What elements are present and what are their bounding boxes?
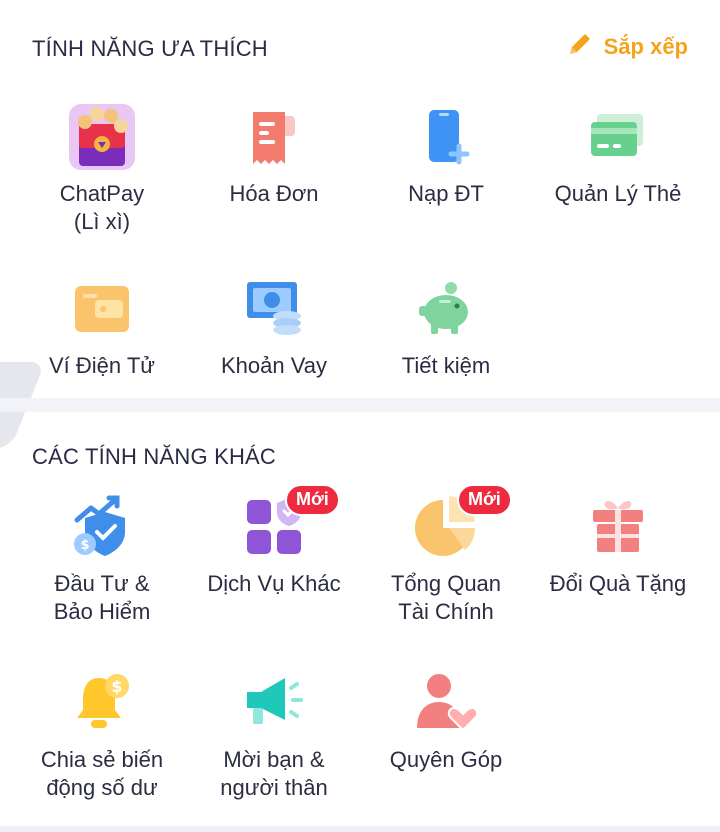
piggy-bank-icon [413, 276, 479, 342]
feature-label: Dịch Vụ Khác [207, 571, 341, 596]
feature-label: Đổi Quà Tặng [549, 571, 687, 596]
feature-financial-overview[interactable]: Mới Tổng Quan Tài Chính [360, 484, 532, 626]
new-badge: Mới [457, 484, 512, 516]
card-icon [585, 104, 651, 170]
feature-card-management[interactable]: Quản Lý Thẻ [532, 104, 704, 208]
feature-other-services[interactable]: Mới Dịch Vụ Khác [188, 484, 360, 598]
bill-icon [241, 104, 307, 170]
megaphone-icon [241, 670, 307, 736]
feature-label: Khoản Vay [220, 353, 327, 378]
new-badge: Mới [285, 484, 340, 516]
feature-loan[interactable]: Khoản Vay [188, 276, 360, 380]
feature-label: Ví Điện Tử [48, 353, 156, 378]
bell-icon: $ [69, 670, 135, 736]
phone-topup-icon [413, 104, 479, 170]
feature-phone-topup[interactable]: Nạp ĐT [360, 104, 532, 208]
chatpay-lixi-icon [69, 104, 135, 170]
feature-label-sub: người thân [220, 775, 328, 800]
gift-icon [585, 494, 651, 560]
feature-label: Chia sẻ biến [40, 747, 164, 772]
feature-invite-friends[interactable]: Mời bạn & người thân [188, 670, 360, 802]
feature-gift-exchange[interactable]: Đổi Quà Tặng [532, 494, 704, 598]
feature-label-sub: động số dư [46, 775, 158, 800]
sort-label: Sắp xếp [603, 34, 688, 59]
feature-label: Tổng Quan [390, 571, 502, 596]
feature-bill[interactable]: Hóa Đơn [188, 104, 360, 208]
feature-savings[interactable]: Tiết kiệm [360, 276, 532, 380]
other-features-title: CÁC TÍNH NĂNG KHÁC [32, 444, 276, 469]
svg-text:$: $ [111, 677, 122, 696]
feature-label: Hóa Đơn [229, 181, 319, 206]
feature-label: Tiết kiệm [401, 353, 491, 378]
feature-invest-insurance[interactable]: $ Đầu Tư & Bảo Hiểm [16, 494, 188, 626]
favorites-title: TÍNH NĂNG ƯA THÍCH [32, 36, 268, 61]
loan-icon [241, 276, 307, 342]
feature-label-sub: Tài Chính [398, 599, 494, 624]
bottom-edge [0, 826, 720, 832]
feature-label-sub: Bảo Hiểm [53, 599, 151, 624]
wallet-icon [69, 276, 135, 342]
feature-chatpay[interactable]: ChatPay (Lì xì) [16, 104, 188, 236]
invest-insurance-icon: $ [69, 494, 135, 560]
feature-label: Mời bạn & [223, 747, 325, 772]
sort-button[interactable]: Sắp xếp [566, 30, 688, 64]
pencil-icon [566, 30, 594, 64]
section-divider [0, 398, 720, 412]
feature-label: Quản Lý Thẻ [554, 181, 682, 206]
other-services-icon: Mới [241, 484, 340, 560]
feature-label: Nạp ĐT [408, 181, 484, 206]
pie-chart-icon: Mới [413, 484, 512, 560]
svg-text:$: $ [80, 538, 89, 553]
feature-label: ChatPay [59, 181, 145, 206]
feature-label: Quyên Góp [389, 747, 503, 772]
donate-icon [413, 670, 479, 736]
feature-label-sub: (Lì xì) [73, 209, 131, 234]
feature-label: Đầu Tư & [54, 571, 150, 596]
feature-balance-notification[interactable]: $ Chia sẻ biến động số dư [16, 670, 188, 802]
feature-e-wallet[interactable]: Ví Điện Tử [16, 276, 188, 380]
feature-donate[interactable]: Quyên Góp [360, 670, 532, 774]
